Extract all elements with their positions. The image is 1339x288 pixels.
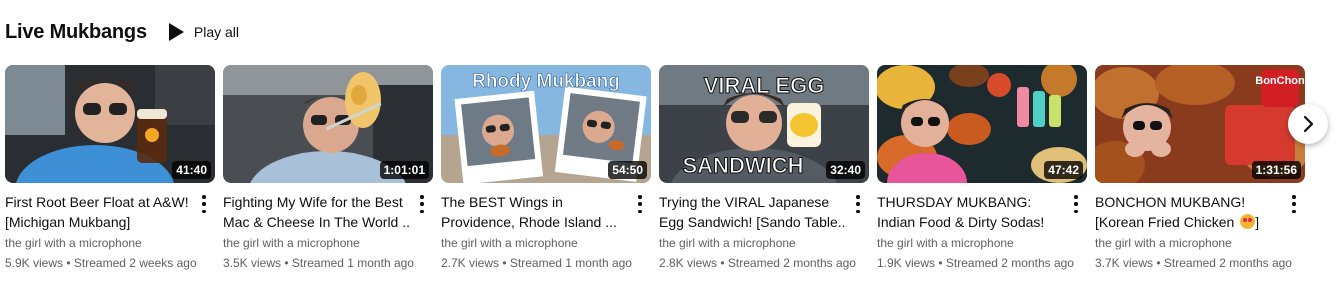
video-card: 47:42 THURSDAY MUKBANG: Indian Food & Di… [877,65,1087,280]
more-vert-icon[interactable] [1069,195,1083,213]
video-title-line2: [Michigan Mukbang] [5,214,131,230]
video-card: VIRAL EGG SANDWICH 32:40 Trying the VIRA… [659,65,869,280]
channel-name[interactable]: the girl with a microphone [223,234,433,252]
video-title-line2: Providence, Rhode Island ... [441,214,617,230]
video-title-line2: Egg Sandwich! [Sando Table... [659,214,847,230]
video-details: The BEST Wings in Providence, Rhode Isla… [441,192,651,272]
channel-name[interactable]: the girl with a microphone [1095,234,1305,252]
video-title-line2: [Korean Fried Chicken ] [1095,214,1260,230]
more-vert-icon[interactable] [415,195,429,213]
video-title-line1: The BEST Wings in [441,194,563,210]
video-details: BONCHON MUKBANG! [Korean Fried Chicken ]… [1095,192,1305,272]
video-card: Rhody Mukbang 54:50 The BEST Wings in Pr… [441,65,651,280]
video-title[interactable]: THURSDAY MUKBANG: Indian Food & Dirty So… [877,192,1065,232]
video-stats: 2.7K views • Streamed 1 month ago [441,256,632,270]
play-all-label: Play all [193,24,240,40]
more-vert-icon[interactable] [851,195,865,213]
duration-badge: 54:50 [608,161,647,179]
more-vert-icon[interactable] [633,195,647,213]
duration-badge: 1:01:01 [379,161,429,179]
chevron-right-icon [1303,115,1314,133]
video-title[interactable]: First Root Beer Float at A&W! [Michigan … [5,192,193,232]
video-details: THURSDAY MUKBANG: Indian Food & Dirty So… [877,192,1087,272]
video-title[interactable]: Fighting My Wife for the Best Mac & Chee… [223,192,411,232]
play-icon [168,23,184,41]
channel-name[interactable]: the girl with a microphone [659,234,869,252]
video-title-line1: First Root Beer Float at A&W! [5,194,189,210]
video-title[interactable]: The BEST Wings in Providence, Rhode Isla… [441,192,629,232]
video-title-line2: Mac & Cheese In The World ... [223,214,411,230]
more-vert-icon[interactable] [197,195,211,213]
video-thumbnail[interactable]: Rhody Mukbang 54:50 [441,65,651,183]
shelf-title[interactable]: Live Mukbangs [5,21,147,44]
play-all-button[interactable]: Play all [168,23,240,41]
video-title-line2-text: [Korean Fried Chicken [1095,214,1235,230]
video-stats: 3.7K views • Streamed 2 months ago [1095,256,1292,270]
duration-badge: 41:40 [172,161,211,179]
video-stats: 5.9K views • Streamed 2 weeks ago [5,256,197,270]
video-card: 1:01:01 Fighting My Wife for the Best Ma… [223,65,433,280]
video-details: First Root Beer Float at A&W! [Michigan … [5,192,215,272]
video-title[interactable]: Trying the VIRAL Japanese Egg Sandwich! … [659,192,847,232]
shelf-header: Live Mukbangs Play all [5,18,239,46]
video-card-row: 41:40 First Root Beer Float at A&W! [Mic… [5,65,1339,288]
video-card: BonChon 1:31:56 BONCHON MUKBANG! [Korean… [1095,65,1305,280]
video-title[interactable]: BONCHON MUKBANG! [Korean Fried Chicken ] [1095,192,1283,232]
video-title-line2: Indian Food & Dirty Sodas! [877,214,1045,230]
video-title-line1: THURSDAY MUKBANG: [877,194,1032,210]
video-thumbnail[interactable]: VIRAL EGG SANDWICH 32:40 [659,65,869,183]
video-title-line1: Trying the VIRAL Japanese [659,194,830,210]
video-thumbnail[interactable]: 1:01:01 [223,65,433,183]
video-stats: 3.5K views • Streamed 1 month ago [223,256,414,270]
duration-badge: 1:31:56 [1251,161,1301,179]
star-struck-emoji-icon [1240,214,1256,229]
live-mukbangs-shelf: Live Mukbangs Play all 41:40 First Root … [0,0,1339,288]
thumbnail-text-top: VIRAL EGG [704,73,825,98]
video-stats: 1.9K views • Streamed 2 months ago [877,256,1074,270]
channel-name[interactable]: the girl with a microphone [5,234,215,252]
video-title-line1: Fighting My Wife for the Best [223,194,403,210]
more-vert-icon[interactable] [1287,195,1301,213]
video-details: Fighting My Wife for the Best Mac & Chee… [223,192,433,272]
thumbnail-text: Rhody Mukbang [472,71,620,92]
channel-name[interactable]: the girl with a microphone [441,234,651,252]
channel-name[interactable]: the girl with a microphone [877,234,1087,252]
next-page-button[interactable] [1288,104,1328,144]
video-title-line1: BONCHON MUKBANG! [1095,194,1246,210]
duration-badge: 47:42 [1044,161,1083,179]
duration-badge: 32:40 [826,161,865,179]
video-stats: 2.8K views • Streamed 2 months ago [659,256,856,270]
thumbnail-text-bottom: SANDWICH [683,153,804,178]
video-thumbnail[interactable]: BonChon 1:31:56 [1095,65,1305,183]
video-details: Trying the VIRAL Japanese Egg Sandwich! … [659,192,869,272]
video-card: 41:40 First Root Beer Float at A&W! [Mic… [5,65,215,280]
video-thumbnail[interactable]: 41:40 [5,65,215,183]
video-thumbnail[interactable]: 47:42 [877,65,1087,183]
thumbnail-logo-text: BonChon [1255,75,1305,87]
